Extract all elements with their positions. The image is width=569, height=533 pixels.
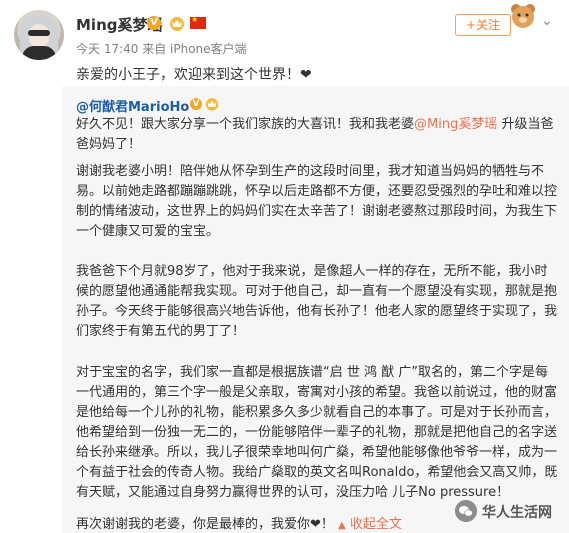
verified-badge-icon: V <box>147 16 161 30</box>
repost-paragraph-4: 对于宝宝的名字，我们家一直都是根据族谱“启 世 鸿 猷 广”取名的，第二个字是每… <box>76 365 558 500</box>
repost-paragraph-1: 好久不见！跟大家分享一个我们家族的大喜讯！我和我老婆@Ming奚梦瑶 升级当爸爸… <box>76 117 554 152</box>
avatar[interactable] <box>14 10 64 60</box>
verified-badge-icon: V <box>190 98 202 110</box>
repost-paragraph-2: 谢谢我老婆小明！陪伴她从怀孕到生产的这段时间里，我才知道当妈妈的牺牲与不易。以前… <box>76 164 558 239</box>
collapse-full-text-link[interactable]: ▲ 收起全文 <box>338 517 402 532</box>
repost-username[interactable]: @何猷君MarioHo <box>76 96 189 115</box>
collapse-arrow-icon: ▲ <box>338 520 346 531</box>
chevron-down-icon[interactable]: ⌄ <box>541 13 553 29</box>
repost-paragraph-3: 我爸爸下个月就98岁了，他对于我来说，是像超人一样的存在，无所不能，我小时候的愿… <box>76 264 558 339</box>
bear-mascot-icon <box>511 4 535 28</box>
follow-button[interactable]: +关注 <box>455 14 511 36</box>
post-meta: 今天 17:40 来自 iPhone客户端 <box>76 42 247 56</box>
crown-icon <box>205 98 219 111</box>
watermark-text: 华人生活网 <box>482 505 552 521</box>
mention-link[interactable]: @Ming奚梦瑶 <box>414 117 497 132</box>
weibo-post: Ming奚梦瑶 V ★ 今天 17:40 来自 iPhone客户端 +关注 ⌄ … <box>0 0 569 533</box>
china-flag-icon: ★ <box>190 15 206 29</box>
repost-box: @何猷君MarioHo V 好久不见！跟大家分享一个我们家族的大喜讯！我和我老婆… <box>62 86 569 533</box>
wechat-logo-icon <box>455 500 477 522</box>
post-text: 亲爱的小王子，欢迎来到这个世界！❤ <box>76 67 312 83</box>
crown-icon <box>170 17 184 31</box>
